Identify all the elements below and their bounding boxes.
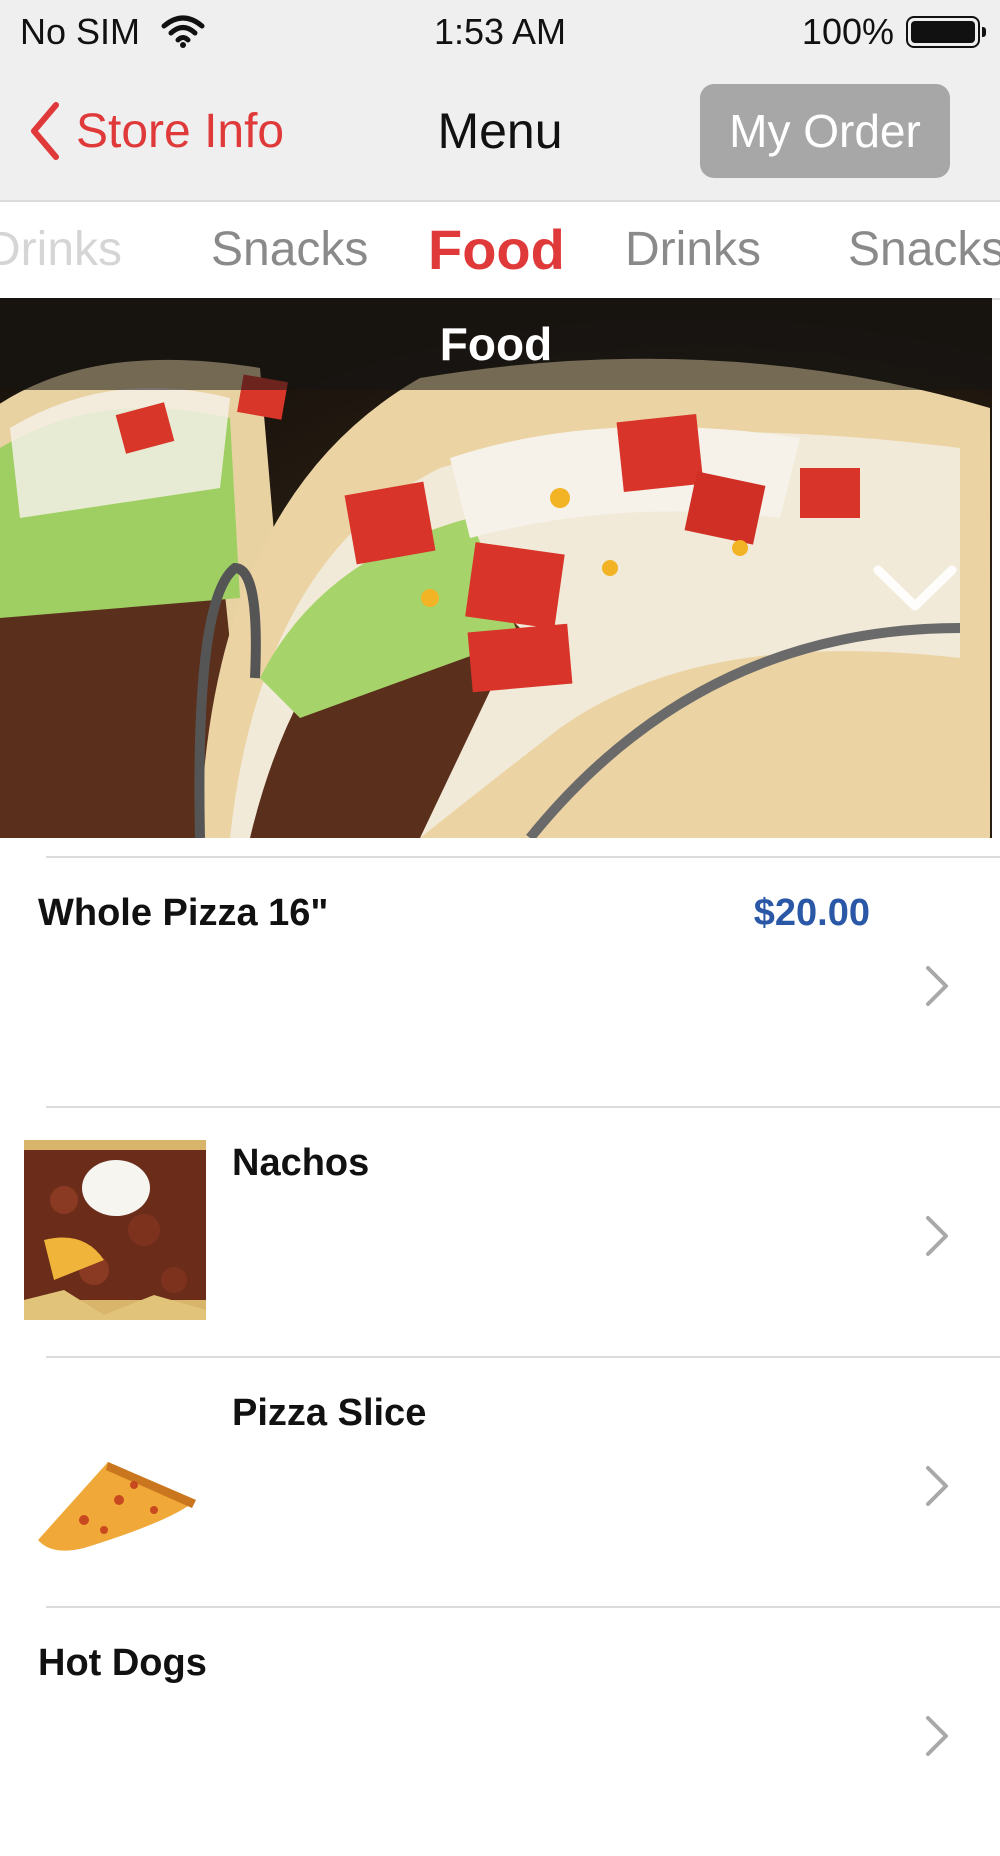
item-price: $20.00 xyxy=(753,892,870,934)
item-thumbnail xyxy=(24,1140,206,1320)
row-divider xyxy=(46,856,1000,858)
row-divider xyxy=(46,1606,1000,1608)
tab-drinks[interactable]: Drinks xyxy=(0,202,122,298)
pizza-slice-photo xyxy=(24,1390,206,1570)
row-divider xyxy=(46,1106,1000,1108)
list-item[interactable]: Nachos xyxy=(0,1106,1000,1356)
status-battery-area: 100% xyxy=(801,10,986,54)
my-order-button[interactable]: My Order xyxy=(700,84,950,178)
chevron-down-icon[interactable] xyxy=(872,560,958,616)
list-item[interactable]: Hot Dogs xyxy=(0,1606,1000,1856)
item-name: Hot Dogs xyxy=(38,1642,207,1684)
chevron-right-icon xyxy=(926,1466,948,1506)
chevron-right-icon xyxy=(926,966,948,1006)
item-name: Pizza Slice xyxy=(232,1392,427,1434)
category-tabs: Drinks Snacks Food Drinks Snacks xyxy=(0,200,1000,300)
item-thumbnail xyxy=(24,1390,206,1570)
chevron-right-icon xyxy=(926,1216,948,1256)
battery-icon xyxy=(906,16,986,48)
nachos-photo xyxy=(24,1140,206,1320)
row-divider xyxy=(46,1356,1000,1358)
tab-snacks[interactable]: Snacks xyxy=(211,202,368,298)
tab-snacks[interactable]: Snacks xyxy=(848,202,1000,298)
list-item[interactable]: Pizza Slice xyxy=(0,1356,1000,1606)
tab-drinks[interactable]: Drinks xyxy=(625,202,761,298)
category-hero-image: Food xyxy=(0,298,992,838)
hero-title: Food xyxy=(439,318,553,370)
item-name: Whole Pizza 16" xyxy=(38,892,329,934)
list-item[interactable]: Whole Pizza 16" $20.00 xyxy=(0,856,1000,1106)
item-name: Nachos xyxy=(232,1142,370,1184)
tab-food[interactable]: Food xyxy=(428,202,565,298)
chevron-right-icon xyxy=(926,1716,948,1756)
battery-percent: 100% xyxy=(801,11,894,52)
